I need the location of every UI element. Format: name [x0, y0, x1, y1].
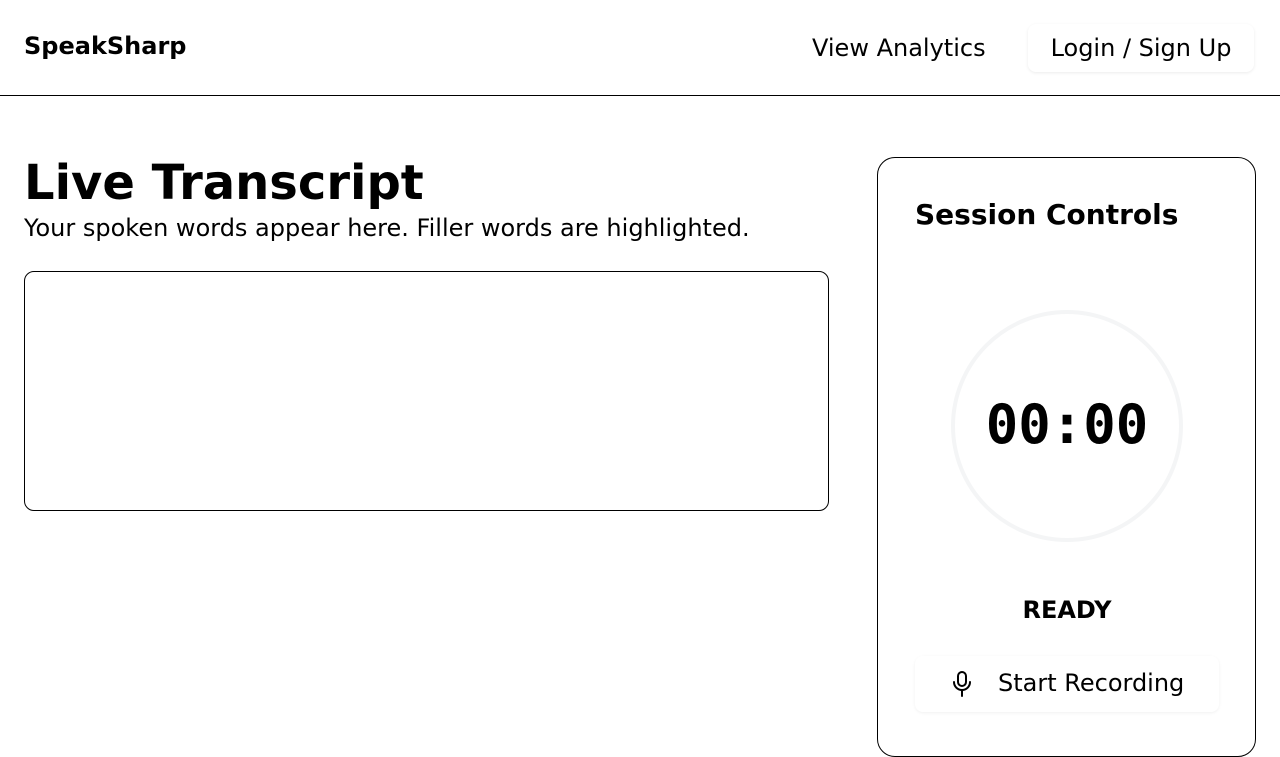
login-signup-button[interactable]: Login / Sign Up	[1028, 24, 1254, 72]
brand-logo[interactable]: SpeakSharp	[24, 32, 186, 60]
microphone-icon	[951, 671, 973, 697]
timer-display: 00:00	[985, 393, 1149, 456]
view-analytics-link[interactable]: View Analytics	[788, 26, 1010, 70]
session-controls-title: Session Controls	[915, 198, 1179, 231]
transcript-box	[24, 271, 829, 511]
start-recording-button[interactable]: Start Recording	[915, 656, 1219, 712]
page-title: Live Transcript	[24, 155, 424, 211]
start-recording-label: Start Recording	[998, 669, 1185, 697]
app-header: SpeakSharp View Analytics Login / Sign U…	[0, 0, 1280, 96]
transcript-subtitle: Your spoken words appear here. Filler wo…	[24, 214, 750, 242]
status-label: READY	[1022, 596, 1112, 624]
